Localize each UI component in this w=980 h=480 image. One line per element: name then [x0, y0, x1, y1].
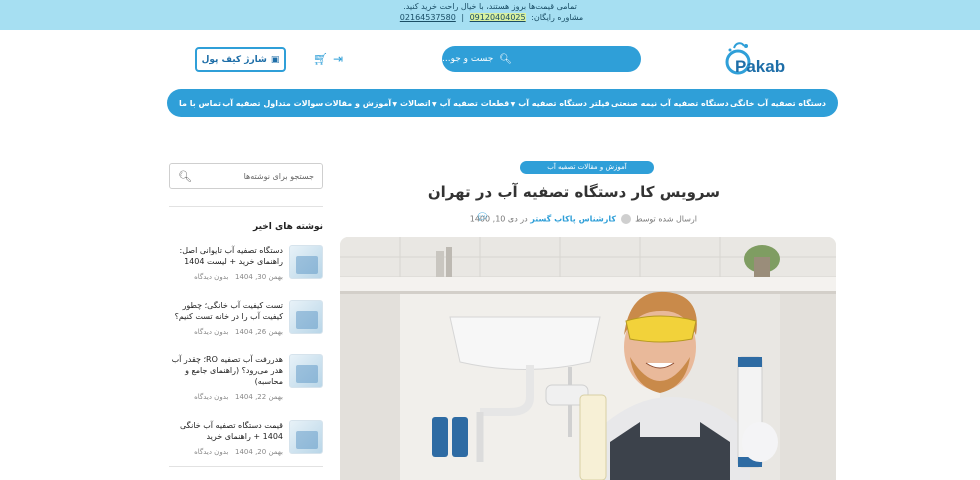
- search-icon[interactable]: 🔍︎: [178, 170, 192, 183]
- consult-line: مشاوره رایگان: 09120404025 | 02164537580: [399, 13, 584, 22]
- featured-image: [340, 237, 836, 480]
- nav-item-contact[interactable]: تماس با ما: [179, 99, 221, 108]
- recent-post-item[interactable]: تست کیفیت آب خانگی؛ چطور کیفیت آب را در …: [169, 300, 323, 350]
- page-title: سرویس کار دستگاه تصفیه آب در تهران: [427, 183, 720, 201]
- main-nav: دستگاه تصفیه آب خانگی دستگاه تصفیه آب نی…: [167, 89, 838, 117]
- nav-item-parts[interactable]: قطعات تصفیه آب▼: [432, 99, 509, 108]
- phone-link-mobile[interactable]: 09120404025: [469, 13, 526, 22]
- recent-post-item[interactable]: قیمت دستگاه تصفیه آب خانگی 1404 + راهنما…: [169, 420, 323, 470]
- post-thumbnail[interactable]: [289, 300, 323, 334]
- comments-icon[interactable]: 💬︎: [476, 212, 489, 223]
- wallet-button-label: شارژ کیف پول: [201, 54, 267, 65]
- nav-item-filters[interactable]: فیلتر دستگاه تصفیه آب▼: [511, 99, 610, 108]
- post-title-link[interactable]: دستگاه تصفیه آب تایوانی اصل: راهنمای خری…: [169, 245, 283, 267]
- sidebar-divider: [169, 206, 323, 207]
- author-avatar: [620, 214, 631, 224]
- sidebar-search-placeholder: جستجو برای نوشته‌ها: [243, 171, 314, 181]
- phone-link-landline[interactable]: 02164537580: [400, 13, 456, 22]
- nav-item-fittings[interactable]: اتصالات▼: [392, 99, 430, 108]
- recent-posts-heading: نوشته های اخیر: [253, 222, 323, 232]
- chevron-down-icon: ▼: [510, 100, 516, 108]
- post-meta: بهمن 26, 1404 بدون دیدگاه: [194, 328, 283, 336]
- announcement-bar: تمامی قیمت‌ها بروز هستند، با خیال راحت خ…: [0, 0, 980, 30]
- wallet-charge-button[interactable]: ▣ شارژ کیف پول: [195, 47, 286, 72]
- login-icon[interactable]: ⇥: [333, 52, 343, 66]
- chevron-down-icon: ▼: [431, 100, 437, 108]
- post-thumbnail[interactable]: [289, 245, 323, 279]
- nav-item-faq[interactable]: سوالات متداول تصفیه آب: [222, 99, 323, 108]
- logo-wordmark[interactable]: Pakab: [735, 57, 785, 77]
- nav-item-home-purifier[interactable]: دستگاه تصفیه آب خانگی: [730, 99, 826, 108]
- header-search[interactable]: 🔍︎ جست و جو...: [442, 46, 641, 72]
- nav-item-semi-industrial[interactable]: دستگاه تصفیه آب نیمه صنعتی: [611, 99, 729, 108]
- post-meta: بهمن 20, 1404 بدون دیدگاه: [194, 448, 283, 456]
- cart-icon[interactable]: 🛒︎: [313, 52, 328, 66]
- consult-label: مشاوره رایگان:: [531, 13, 584, 22]
- sidebar-divider: [169, 466, 323, 467]
- post-meta: بهمن 22, 1404 بدون دیدگاه: [194, 393, 283, 401]
- search-icon: 🔍︎: [499, 53, 512, 65]
- author-link[interactable]: کارشناس پاکاب گستر: [530, 215, 616, 224]
- recent-post-item[interactable]: دستگاه تصفیه آب تایوانی اصل: راهنمای خری…: [169, 245, 323, 295]
- chevron-down-icon: ▼: [392, 100, 398, 108]
- post-title-link[interactable]: هدررفت آب تصفیه RO؛ چقدر آب هدر می‌رود؟ …: [169, 354, 283, 387]
- post-title-link[interactable]: تست کیفیت آب خانگی؛ چطور کیفیت آب را در …: [169, 300, 283, 322]
- sidebar-search-input[interactable]: جستجو برای نوشته‌ها 🔍︎: [169, 163, 323, 189]
- wallet-icon: ▣: [270, 54, 280, 65]
- post-title-link[interactable]: قیمت دستگاه تصفیه آب خانگی 1404 + راهنما…: [169, 420, 283, 442]
- announcement-text: تمامی قیمت‌ها بروز هستند، با خیال راحت خ…: [403, 2, 577, 11]
- nav-item-articles[interactable]: آموزش و مقالات: [325, 99, 392, 108]
- category-badge[interactable]: آموزش و مقالات تصفیه آب: [520, 161, 654, 174]
- post-meta: بهمن 30, 1404 بدون دیدگاه: [194, 273, 283, 281]
- post-thumbnail[interactable]: [289, 420, 323, 454]
- post-thumbnail[interactable]: [289, 354, 323, 388]
- post-byline: ارسال شده توسط کارشناس پاکاب گستر در دی …: [469, 214, 697, 224]
- search-placeholder: جست و جو...: [442, 54, 494, 64]
- technician-illustration: [340, 237, 836, 480]
- recent-post-item[interactable]: هدررفت آب تصفیه RO؛ چقدر آب هدر می‌رود؟ …: [169, 354, 323, 404]
